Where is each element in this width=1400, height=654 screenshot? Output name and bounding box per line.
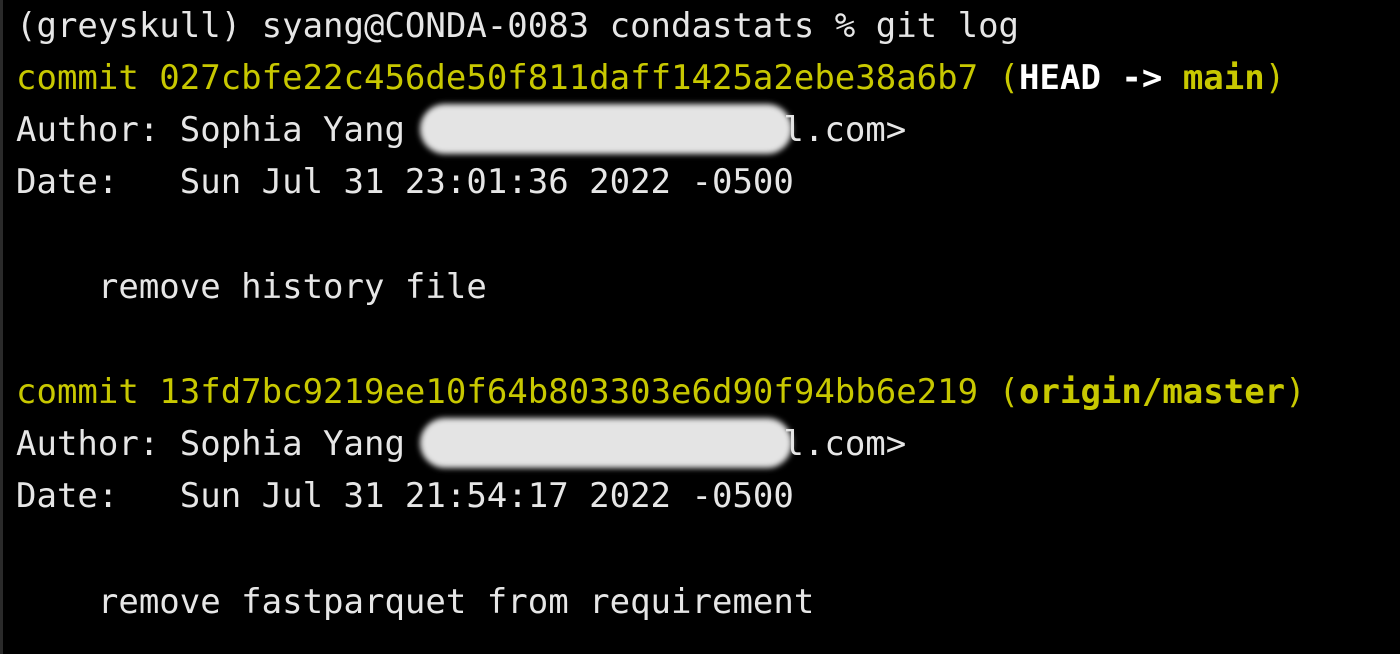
ref-close: ) bbox=[1285, 372, 1306, 412]
commit-message: remove history file bbox=[16, 267, 487, 307]
ref-open: ( bbox=[978, 372, 1020, 412]
author-prefix: Author: Sophia Yang bbox=[16, 110, 405, 150]
commit-hash: 13fd7bc9219ee10f64b803303e6d90f94bb6e219 bbox=[159, 372, 979, 412]
branch-name: main bbox=[1182, 58, 1265, 98]
commit-keyword: commit bbox=[16, 58, 160, 98]
ref-open: ( bbox=[978, 58, 1020, 98]
head-label: HEAD -> bbox=[1019, 58, 1183, 98]
redacted-email-blur bbox=[420, 418, 792, 468]
date-text: Date: Sun Jul 31 23:01:36 2022 -0500 bbox=[16, 162, 794, 202]
date-text: Date: Sun Jul 31 21:54:17 2022 -0500 bbox=[16, 476, 794, 516]
commit-line-2: commit 13fd7bc9219ee10f64b803303e6d90f94… bbox=[16, 370, 1306, 414]
date-line-2: Date: Sun Jul 31 21:54:17 2022 -0500 bbox=[16, 474, 794, 518]
commit-hash: 027cbfe22c456de50f811daff1425a2ebe38a6b7 bbox=[159, 58, 979, 98]
window-edge bbox=[0, 0, 3, 654]
ref-close: ) bbox=[1264, 58, 1286, 98]
commit-line-1: commit 027cbfe22c456de50f811daff1425a2eb… bbox=[16, 56, 1285, 100]
author-prefix: Author: Sophia Yang bbox=[16, 424, 405, 464]
message-line-1: remove history file bbox=[16, 265, 487, 309]
message-line-2: remove fastparquet from requirement bbox=[16, 580, 814, 624]
commit-message: remove fastparquet from requirement bbox=[16, 582, 815, 622]
commit-keyword: commit bbox=[16, 372, 160, 412]
terminal-window[interactable]: (greyskull) syang@CONDA-0083 condastats … bbox=[0, 0, 1400, 654]
redacted-email-blur bbox=[420, 104, 792, 154]
prompt-line: (greyskull) syang@CONDA-0083 condastats … bbox=[16, 4, 1019, 48]
date-line-1: Date: Sun Jul 31 23:01:36 2022 -0500 bbox=[16, 160, 794, 204]
branch-name: origin/master bbox=[1019, 372, 1286, 412]
prompt-text: (greyskull) syang@CONDA-0083 condastats … bbox=[16, 6, 1020, 46]
